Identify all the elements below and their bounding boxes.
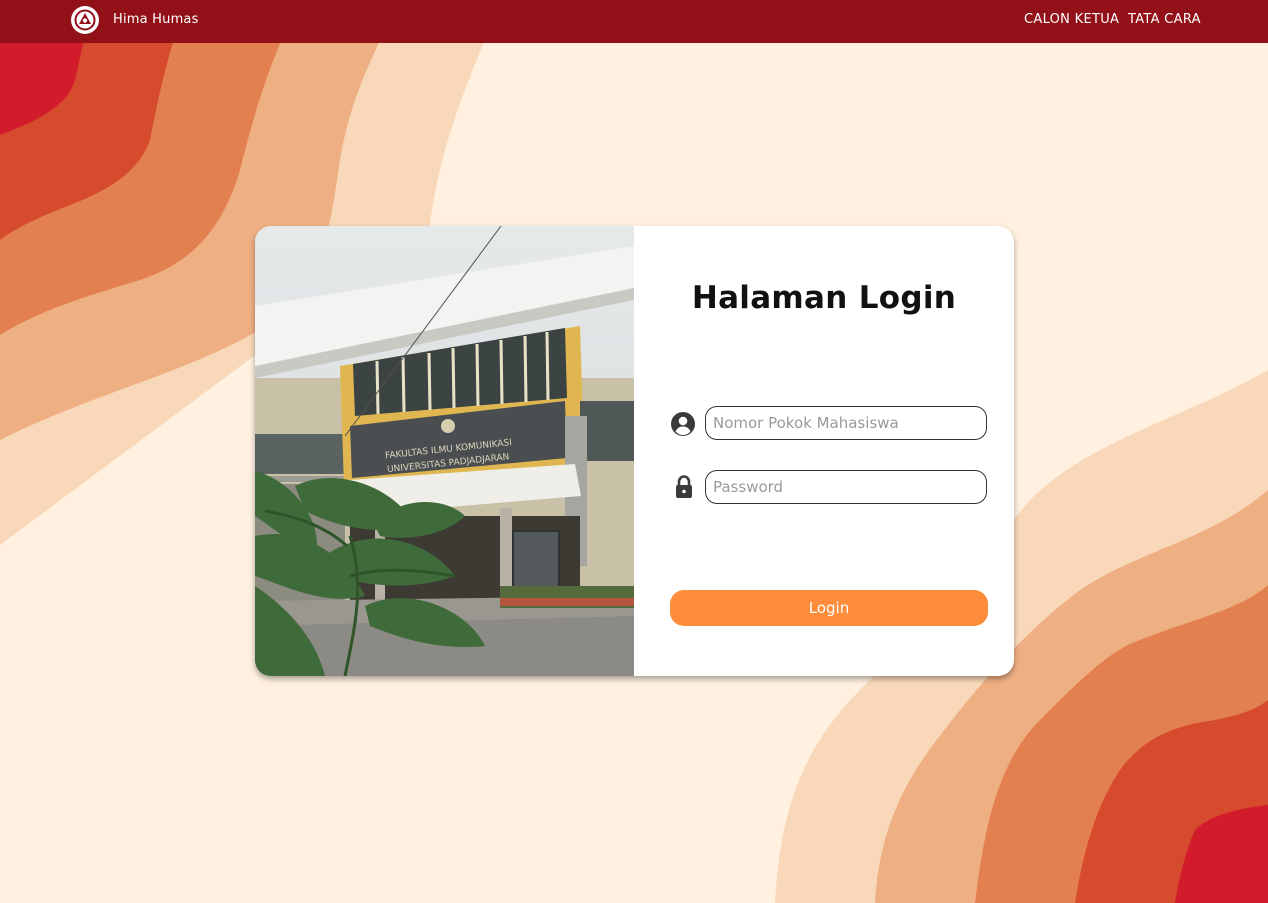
brand-name[interactable]: Hima Humas: [113, 12, 199, 27]
lock-icon: [676, 475, 692, 498]
nav-link-calon-ketua[interactable]: CALON KETUA: [1024, 12, 1119, 27]
login-page: Hima Humas CALON KETUA TATA CARA FAKULTA…: [0, 0, 1268, 903]
emblem-logo-icon[interactable]: [71, 6, 99, 34]
npm-input[interactable]: [705, 406, 987, 440]
user-circle-icon: [671, 412, 695, 436]
login-card: FAKULTAS ILMU KOMUNIKASI UNIVERSITAS PAD…: [255, 226, 1014, 676]
top-navbar: Hima Humas CALON KETUA TATA CARA: [0, 0, 1268, 43]
nav-link-tata-cara[interactable]: TATA CARA: [1128, 12, 1201, 27]
login-button[interactable]: Login: [670, 590, 988, 626]
campus-building-photo: FAKULTAS ILMU KOMUNIKASI UNIVERSITAS PAD…: [255, 226, 634, 676]
password-input[interactable]: [705, 470, 987, 504]
login-title: Halaman Login: [691, 280, 957, 316]
